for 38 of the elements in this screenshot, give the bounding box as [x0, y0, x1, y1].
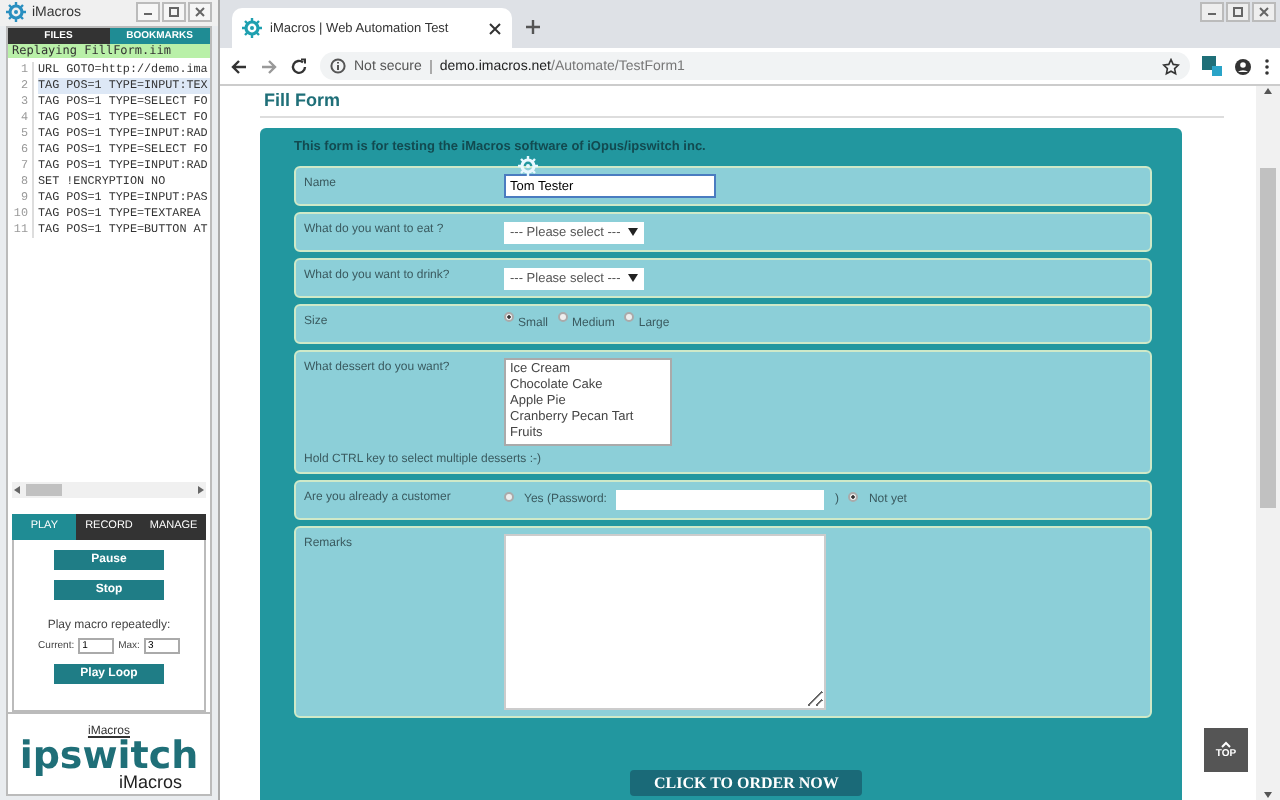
new-tab-icon[interactable]	[524, 18, 542, 36]
password-field[interactable]	[616, 490, 825, 510]
logo-product: iMacros	[118, 773, 182, 792]
page-heading: Fill Form	[260, 86, 1224, 118]
back-icon[interactable]	[230, 57, 248, 75]
radio-button[interactable]	[558, 312, 569, 322]
info-icon	[330, 58, 346, 74]
gear-icon	[518, 156, 538, 176]
radio-button[interactable]	[848, 492, 859, 502]
minimize-icon[interactable]	[136, 2, 160, 23]
vertical-scrollbar[interactable]	[1256, 86, 1280, 800]
star-icon[interactable]	[1162, 57, 1180, 75]
menu-icon[interactable]	[1264, 57, 1270, 75]
down-arrow-icon[interactable]	[1262, 790, 1274, 800]
gear-icon	[242, 18, 262, 38]
logo-brand: ipswitch	[19, 737, 199, 774]
scrollbar-thumb[interactable]	[26, 483, 62, 496]
maximize-icon[interactable]	[162, 2, 186, 23]
radio-button[interactable]	[504, 312, 514, 322]
forward-icon[interactable]	[260, 57, 278, 75]
up-caret-icon	[1220, 740, 1232, 748]
radio-button[interactable]	[504, 492, 514, 502]
caret-icon	[628, 228, 639, 236]
left-arrow-icon[interactable]	[12, 483, 22, 496]
reload-icon[interactable]	[290, 57, 308, 75]
horizontal-scrollbar[interactable]	[12, 481, 206, 498]
radio-button[interactable]	[624, 312, 635, 322]
up-arrow-icon[interactable]	[1262, 86, 1274, 96]
minimize-icon[interactable]	[1200, 2, 1224, 22]
remarks-field[interactable]	[504, 534, 826, 710]
caret-icon	[628, 274, 639, 282]
extension-icon[interactable]	[1202, 56, 1222, 76]
right-arrow-icon[interactable]	[196, 483, 206, 496]
account-icon[interactable]	[1234, 57, 1252, 75]
maximize-icon[interactable]	[1226, 2, 1250, 22]
close-icon[interactable]	[488, 21, 502, 35]
gear-icon	[6, 2, 26, 23]
order-button[interactable]: CLICK TO ORDER NOW	[630, 770, 863, 796]
